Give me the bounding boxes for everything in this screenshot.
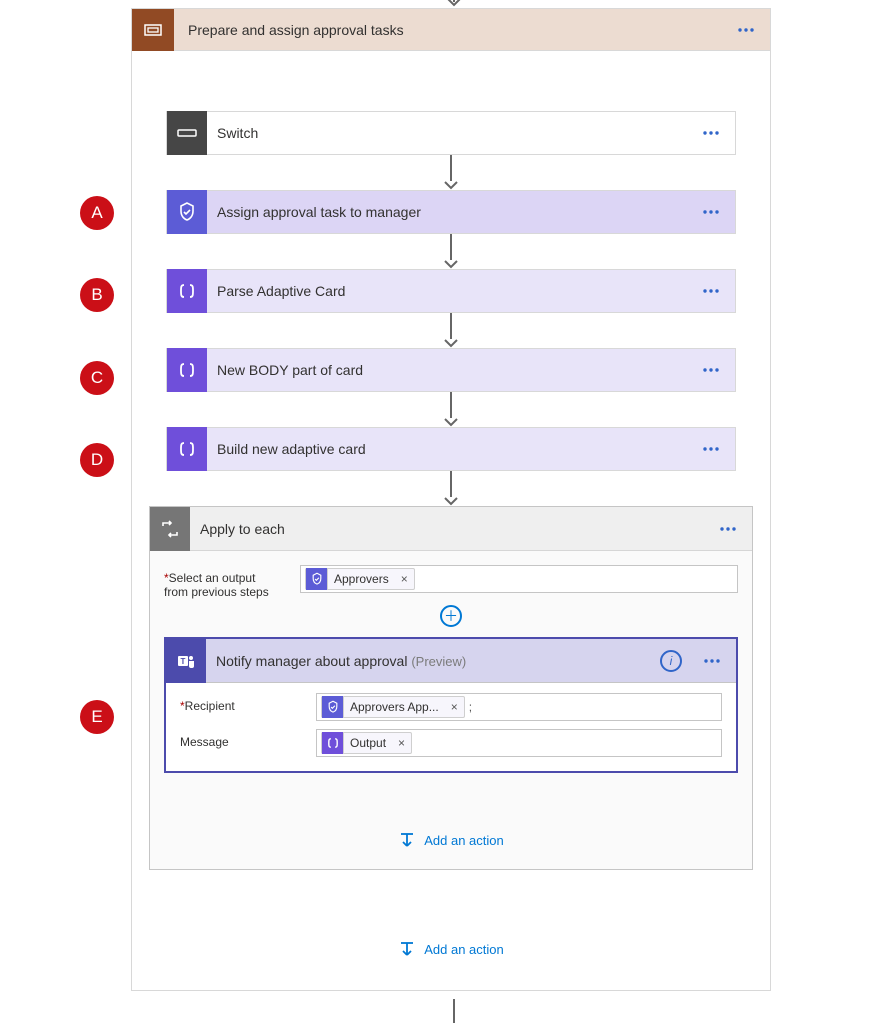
annotation-badge-d: D: [80, 443, 114, 477]
token-remove-icon[interactable]: ×: [445, 700, 464, 714]
step-assign-approval[interactable]: Assign approval task to manager: [166, 190, 736, 234]
add-action-outer-button[interactable]: Add an action: [398, 940, 504, 958]
assign-menu-button[interactable]: [687, 191, 735, 233]
apply-title: Apply to each: [190, 521, 704, 537]
scope-menu-button[interactable]: [722, 9, 770, 51]
apply-header[interactable]: Apply to each: [150, 507, 752, 551]
dataop-icon: [167, 427, 207, 471]
info-icon[interactable]: i: [660, 650, 682, 672]
notify-card: T Notify manager about approval (Preview…: [164, 637, 738, 773]
notify-menu-button[interactable]: [688, 640, 736, 682]
scope-title: Prepare and assign approval tasks: [174, 22, 722, 38]
connector-arrow: [444, 155, 458, 190]
connector-arrow: [444, 313, 458, 348]
switch-label: Switch: [207, 125, 687, 141]
connector-arrow: [444, 471, 458, 506]
token-output[interactable]: Output ×: [321, 732, 412, 754]
switch-menu-button[interactable]: [687, 112, 735, 154]
token-recipient[interactable]: Approvers App... ×: [321, 696, 465, 718]
scope-header[interactable]: Prepare and assign approval tasks: [132, 9, 770, 51]
token-approvers[interactable]: Approvers ×: [305, 568, 415, 590]
annotation-badge-c: C: [80, 361, 114, 395]
message-input[interactable]: Output ×: [316, 729, 722, 757]
svg-text:T: T: [181, 657, 186, 666]
recipient-semicolon: ;: [469, 700, 472, 714]
parse-label: Parse Adaptive Card: [207, 283, 687, 299]
apply-to-each-card: Apply to each *Select an output from pre…: [149, 506, 753, 870]
switch-icon: [167, 111, 207, 155]
parse-menu-button[interactable]: [687, 270, 735, 312]
annotation-badge-e: E: [80, 700, 114, 734]
incoming-arrow: [447, 0, 461, 8]
outgoing-arrow: [447, 999, 461, 1023]
notify-header[interactable]: T Notify manager about approval (Preview…: [166, 639, 736, 683]
dataop-icon: [167, 269, 207, 313]
token-remove-icon[interactable]: ×: [392, 736, 411, 750]
step-build-card[interactable]: Build new adaptive card: [166, 427, 736, 471]
token-remove-icon[interactable]: ×: [395, 572, 414, 586]
build-menu-button[interactable]: [687, 428, 735, 470]
select-output-label: *Select an output from previous steps: [164, 565, 300, 599]
recipient-input[interactable]: Approvers App... × ;: [316, 693, 722, 721]
scope-icon: [132, 9, 174, 51]
newbody-label: New BODY part of card: [207, 362, 687, 378]
connector-arrow: [444, 392, 458, 427]
notify-title: Notify manager about approval (Preview): [206, 653, 660, 669]
recipient-label: *Recipient: [180, 693, 316, 713]
teams-icon: T: [166, 639, 206, 683]
newbody-menu-button[interactable]: [687, 349, 735, 391]
scope-card: Prepare and assign approval tasks Switch…: [131, 8, 771, 991]
step-new-body[interactable]: New BODY part of card: [166, 348, 736, 392]
connector-arrow: [444, 234, 458, 269]
apply-menu-button[interactable]: [704, 508, 752, 550]
add-step-plus-button[interactable]: ＋: [440, 605, 462, 627]
select-output-input[interactable]: Approvers ×: [300, 565, 738, 593]
dataop-icon: [167, 348, 207, 392]
approval-icon: [306, 568, 328, 590]
build-label: Build new adaptive card: [207, 441, 687, 457]
approval-icon: [167, 190, 207, 234]
assign-label: Assign approval task to manager: [207, 204, 687, 220]
step-parse-card[interactable]: Parse Adaptive Card: [166, 269, 736, 313]
annotation-badge-b: B: [80, 278, 114, 312]
add-action-inner-button[interactable]: Add an action: [398, 831, 504, 849]
annotation-badge-a: A: [80, 196, 114, 230]
step-switch[interactable]: Switch: [166, 111, 736, 155]
dataop-icon: [322, 732, 344, 754]
approval-icon: [322, 696, 344, 718]
foreach-icon: [150, 507, 190, 551]
message-label: Message: [180, 729, 316, 749]
